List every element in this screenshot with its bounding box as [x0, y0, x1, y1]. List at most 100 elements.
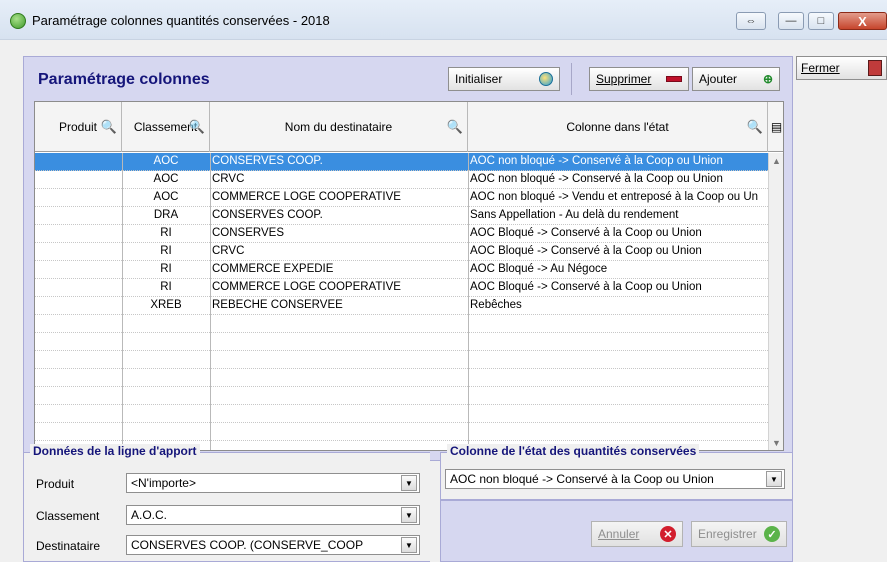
cell-colonne: AOC Bloqué -> Conservé à la Coop ou Unio…: [470, 281, 702, 293]
header-produit[interactable]: Produit 🔍: [35, 102, 122, 152]
fermer-button[interactable]: Fermer: [796, 56, 887, 80]
supprimer-label: Supprimer: [596, 72, 652, 86]
settings-panel: Paramétrage colonnes Initialiser Supprim…: [23, 56, 793, 461]
table-row[interactable]: AOC CRVC AOC non bloqué -> Conservé à la…: [35, 171, 768, 189]
vertical-scrollbar[interactable]: ▲ ▼: [768, 153, 783, 450]
etat-select-value: AOC non bloqué -> Conservé à la Coop ou …: [450, 472, 714, 486]
etat-select[interactable]: AOC non bloqué -> Conservé à la Coop ou …: [445, 469, 785, 489]
classement-select[interactable]: A.O.C. ▼: [126, 505, 420, 525]
cell-destinataire: CRVC: [212, 245, 245, 257]
annuler-button[interactable]: Annuler ✕: [591, 521, 683, 547]
table-row[interactable]: RI CONSERVES AOC Bloqué -> Conservé à la…: [35, 225, 768, 243]
table-row-empty: [35, 315, 768, 333]
produit-select-value: <N'importe>: [131, 476, 196, 490]
table-row[interactable]: RI CRVC AOC Bloqué -> Conservé à la Coop…: [35, 243, 768, 261]
cell-classement: AOC: [153, 173, 179, 185]
cell-classement: AOC: [153, 191, 179, 203]
restore-icon[interactable]: ⇔: [736, 12, 766, 30]
cell-classement: RI: [160, 263, 172, 275]
column-chooser-icon[interactable]: ▤: [768, 102, 783, 152]
cell-produit: [35, 155, 122, 171]
checkmark-icon: ✓: [764, 526, 780, 542]
refresh-icon: [539, 72, 553, 86]
table-row[interactable]: AOC CONSERVES COOP. AOC non bloqué -> Co…: [35, 153, 768, 171]
search-icon[interactable]: 🔍: [747, 119, 763, 135]
apport-group: Données de la ligne d'apport Produit <N'…: [23, 444, 430, 562]
ajouter-button[interactable]: Ajouter ⊕: [692, 67, 780, 91]
panel-title: Paramétrage colonnes: [38, 71, 210, 88]
table-row[interactable]: AOC COMMERCE LOGE COOPERATIVE AOC non bl…: [35, 189, 768, 207]
cell-destinataire: CONSERVES COOP.: [212, 155, 323, 167]
minus-icon: [666, 76, 682, 82]
cell-produit: [35, 173, 122, 189]
window-title: Paramétrage colonnes quantités conservée…: [32, 13, 330, 28]
scroll-down-icon[interactable]: ▼: [772, 438, 781, 448]
table-row[interactable]: RI COMMERCE LOGE COOPERATIVE AOC Bloqué …: [35, 279, 768, 297]
initialiser-label: Initialiser: [455, 72, 503, 86]
search-icon[interactable]: 🔍: [189, 119, 205, 135]
header-destinataire-label: Nom du destinataire: [284, 120, 393, 134]
cell-colonne: AOC non bloqué -> Conservé à la Coop ou …: [470, 155, 723, 167]
cell-destinataire: REBECHE CONSERVEE: [212, 299, 343, 311]
apport-group-title: Données de la ligne d'apport: [30, 444, 200, 458]
cell-classement: RI: [160, 227, 172, 239]
close-button[interactable]: X: [838, 12, 887, 30]
cell-produit: [35, 281, 122, 297]
produit-label: Produit: [36, 477, 75, 491]
table-row-empty: [35, 405, 768, 423]
title-bar: Paramétrage colonnes quantités conservée…: [0, 0, 887, 40]
header-classement[interactable]: Classement 🔍: [122, 102, 210, 152]
search-icon[interactable]: 🔍: [447, 119, 463, 135]
table-row[interactable]: XREB REBECHE CONSERVEE Rebêches: [35, 297, 768, 315]
cell-produit: [35, 227, 122, 243]
ajouter-label: Ajouter: [699, 72, 738, 86]
enregistrer-button[interactable]: Enregistrer ✓: [691, 521, 787, 547]
column-divider: [122, 153, 123, 450]
app-icon: [10, 13, 26, 29]
cell-classement: XREB: [150, 299, 182, 311]
cell-colonne: Rebêches: [470, 299, 522, 311]
table-body: AOC CONSERVES COOP. AOC non bloqué -> Co…: [35, 153, 768, 450]
cell-colonne: Sans Appellation - Au delà du rendement: [470, 209, 679, 221]
cell-colonne: AOC Bloqué -> Conservé à la Coop ou Unio…: [470, 245, 702, 257]
enregistrer-label: Enregistrer: [698, 527, 757, 541]
chevron-down-icon[interactable]: ▼: [401, 475, 417, 491]
etat-group-title: Colonne de l'état des quantités conservé…: [447, 444, 700, 458]
etat-group: Colonne de l'état des quantités conservé…: [440, 444, 793, 500]
header-destinataire[interactable]: Nom du destinataire 🔍: [210, 102, 468, 152]
destinataire-label: Destinataire: [36, 539, 101, 553]
table-row-empty: [35, 369, 768, 387]
minimize-button[interactable]: —: [778, 12, 804, 30]
cell-classement: RI: [160, 245, 172, 257]
exit-icon: [868, 60, 882, 76]
scroll-up-icon[interactable]: ▲: [772, 156, 781, 166]
maximize-button[interactable]: □: [808, 12, 834, 30]
cell-destinataire: COMMERCE LOGE COOPERATIVE: [212, 281, 401, 293]
table-header: Produit 🔍 Classement 🔍 Nom du destinatai…: [35, 102, 783, 152]
chevron-down-icon[interactable]: ▼: [766, 471, 782, 487]
produit-select[interactable]: <N'importe> ▼: [126, 473, 420, 493]
header-produit-label: Produit: [58, 120, 98, 134]
cell-destinataire: CRVC: [212, 173, 245, 185]
chevron-down-icon[interactable]: ▼: [401, 507, 417, 523]
cell-produit: [35, 191, 122, 207]
table-row[interactable]: DRA CONSERVES COOP. Sans Appellation - A…: [35, 207, 768, 225]
cell-colonne: AOC non bloqué -> Vendu et entreposé à l…: [470, 191, 759, 203]
supprimer-button[interactable]: Supprimer: [589, 67, 689, 91]
classement-label: Classement: [36, 509, 100, 523]
cell-produit: [35, 263, 122, 279]
cell-produit: [35, 299, 122, 315]
search-icon[interactable]: 🔍: [101, 119, 117, 135]
main-frame: Paramétrage colonnes Initialiser Supprim…: [0, 40, 887, 562]
table-row[interactable]: RI COMMERCE EXPEDIE AOC Bloqué -> Au Nég…: [35, 261, 768, 279]
header-colonne-label: Colonne dans l'état: [566, 120, 669, 134]
cell-destinataire: COMMERCE LOGE COOPERATIVE: [212, 191, 401, 203]
cell-colonne: AOC Bloqué -> Conservé à la Coop ou Unio…: [470, 227, 702, 239]
chevron-down-icon[interactable]: ▼: [401, 537, 417, 553]
header-colonne[interactable]: Colonne dans l'état 🔍: [468, 102, 768, 152]
plus-icon: ⊕: [762, 72, 773, 86]
destinataire-select-value: CONSERVES COOP. (CONSERVE_COOP: [131, 538, 364, 552]
destinataire-select[interactable]: CONSERVES COOP. (CONSERVE_COOP ▼: [126, 535, 420, 555]
cell-produit: [35, 209, 122, 225]
initialiser-button[interactable]: Initialiser: [448, 67, 560, 91]
